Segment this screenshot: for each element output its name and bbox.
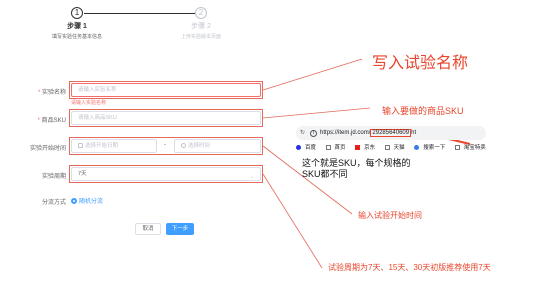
bookmark-jd[interactable]: 京东 bbox=[355, 144, 379, 151]
annotation-name: 写入试验名称 bbox=[372, 55, 469, 72]
annotation-sku: 输入要做的商品SKU bbox=[382, 106, 464, 116]
jd-icon bbox=[355, 144, 361, 150]
info-icon: i bbox=[310, 130, 318, 137]
browser-address-bar[interactable]: ↻ i https://item.jd.com/29285640609 ht bbox=[296, 126, 486, 140]
bookmark-tmall[interactable]: 天猫 bbox=[384, 144, 409, 151]
annotation-start: 输入试验开始时间 bbox=[358, 211, 422, 220]
annotation-period: 试验周期为7天、15天、30天初版推荐使用7天 bbox=[328, 263, 491, 272]
bookmark-search[interactable]: 搜索一下 bbox=[414, 144, 449, 151]
bookmark-home[interactable]: 首页 bbox=[325, 144, 350, 151]
bookmarks-bar: 百度 首页 京东 天猫 搜索一下 淘宝特卖 bbox=[296, 143, 494, 151]
bookmark-baidu[interactable]: 百度 bbox=[296, 144, 320, 151]
reload-icon[interactable]: ↻ bbox=[300, 130, 305, 136]
page-icon bbox=[384, 144, 390, 150]
page-icon bbox=[454, 144, 460, 150]
bookmark-taobao[interactable]: 淘宝特卖 bbox=[454, 144, 490, 151]
sku-explanation-note: 这个就是SKU，每个规格的SKU都不同 bbox=[302, 158, 411, 179]
paw-icon bbox=[296, 144, 301, 150]
page-icon bbox=[325, 144, 331, 150]
search-icon bbox=[414, 144, 420, 150]
annotation-arrows bbox=[262, 58, 471, 269]
url-sku-highlight: 29285640609 bbox=[370, 129, 412, 137]
